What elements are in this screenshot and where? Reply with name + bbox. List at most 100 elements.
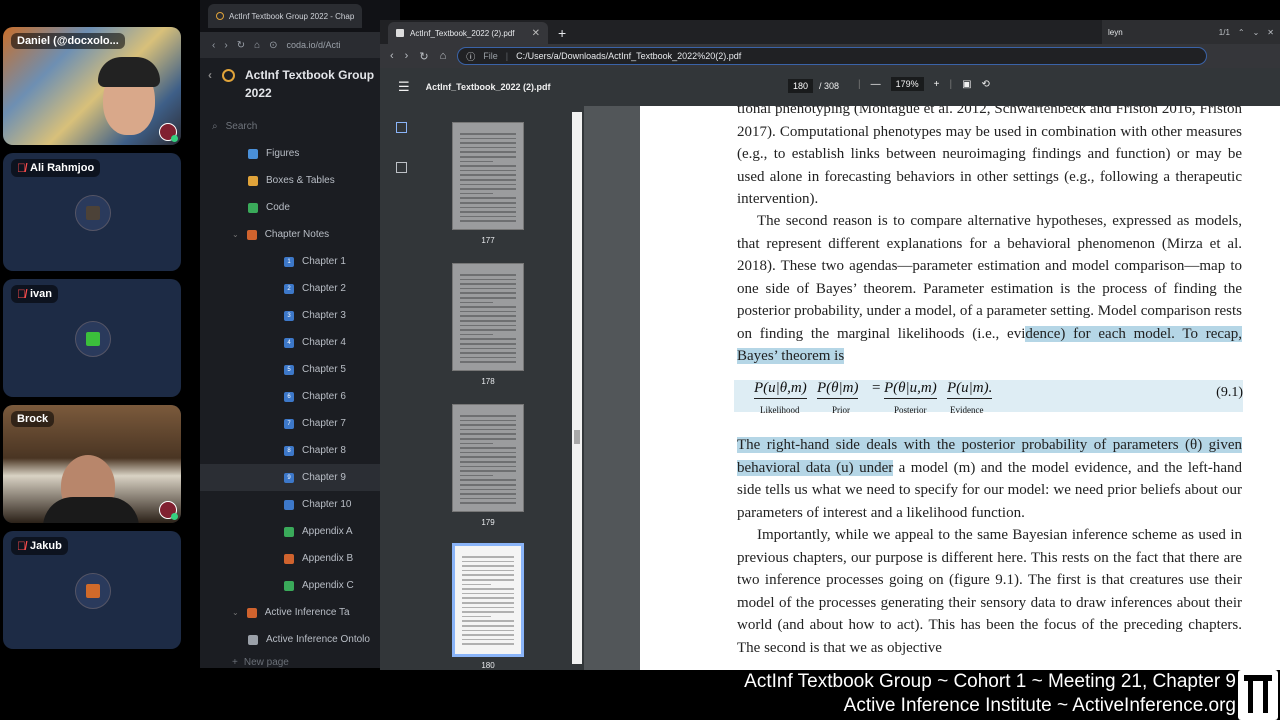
sidebar-item[interactable]: ⌄ Chapter Notes <box>200 221 400 248</box>
find-bar[interactable]: leyn 1/1 ⌃ ⌄ ✕ <box>1102 20 1280 44</box>
chevron-down-icon[interactable]: ⌄ <box>232 608 239 617</box>
chapter-icon: 1 <box>284 256 294 267</box>
collapse-sidebar-icon[interactable]: ‹ <box>208 66 212 108</box>
page-thumbnail[interactable] <box>452 263 524 371</box>
sidebar-item[interactable]: 8 Chapter 8 <box>200 437 400 464</box>
sidebar-item-label: Active Inference Ontolo <box>266 634 370 645</box>
appendix-icon <box>284 526 294 537</box>
zoom-out-icon[interactable]: — <box>871 79 881 90</box>
zoom-in-icon[interactable]: + <box>934 79 940 90</box>
sidebar-item[interactable]: 4 Chapter 4 <box>200 329 400 356</box>
pdf-window: ActInf_Textbook_2022 (2).pdf ✕ + ‹ › ↻ ⌂… <box>380 20 1280 670</box>
sidebar-item[interactable]: Appendix A <box>200 518 400 545</box>
forward-icon[interactable]: › <box>224 40 227 51</box>
forward-icon[interactable]: › <box>405 50 409 62</box>
site-info-icon[interactable]: ⊙ <box>269 40 277 51</box>
find-close-icon[interactable]: ✕ <box>1267 28 1274 37</box>
pdf-tab[interactable]: ActInf_Textbook_2022 (2).pdf ✕ <box>388 22 548 44</box>
code-icon <box>248 202 258 213</box>
participant-tile-jakub[interactable]: 🎙̸ Jakub <box>3 531 181 649</box>
sidebar-item[interactable]: 5 Chapter 5 <box>200 356 400 383</box>
speaking-indicator <box>171 513 178 520</box>
reload-icon[interactable]: ↻ <box>419 50 428 63</box>
doc-search[interactable]: ⌕ Search <box>212 116 390 136</box>
new-page-button[interactable]: + New page <box>200 653 400 671</box>
find-count: 1/1 <box>1218 27 1230 37</box>
equation-term: P(θ|m) <box>817 380 859 399</box>
reload-icon[interactable]: ↻ <box>237 40 245 51</box>
sidebar-item[interactable]: 7 Chapter 7 <box>200 410 400 437</box>
pdf-viewer[interactable]: tional phenotyping (Montague et al. 2012… <box>584 106 1280 670</box>
participant-tile-ali[interactable]: 🎙̸ Ali Rahmjoo <box>3 153 181 271</box>
sidebar-item-label: Chapter 1 <box>302 256 346 267</box>
thumbnails-icon[interactable] <box>396 122 407 133</box>
thumbnail-page-number: 178 <box>481 377 495 386</box>
home-icon[interactable]: ⌂ <box>440 50 447 62</box>
home-icon[interactable]: ⌂ <box>254 40 260 51</box>
caption-line-1: ActInf Textbook Group ~ Cohort 1 ~ Meeti… <box>744 671 1236 692</box>
pdf-page: tional phenotyping (Montague et al. 2012… <box>640 106 1280 670</box>
find-next-icon[interactable]: ⌄ <box>1253 28 1260 37</box>
find-prev-icon[interactable]: ⌃ <box>1238 28 1245 37</box>
doc-title[interactable]: ‹ ActInf Textbook Group 2022 <box>200 58 400 108</box>
sidebar-item-label: Chapter 7 <box>302 418 346 429</box>
chapter-icon: 2 <box>284 283 294 294</box>
mic-muted-icon: 🎙̸ <box>17 539 26 553</box>
pdf-file-name: ActInf_Textbook_2022 (2).pdf <box>425 82 551 92</box>
new-tab-icon[interactable]: + <box>554 22 570 44</box>
sidebar-item-label: Boxes & Tables <box>266 175 335 186</box>
sidebar-item-label: Figures <box>266 148 300 159</box>
sidebar-item[interactable]: 9 Chapter 9 <box>200 464 400 491</box>
back-icon[interactable]: ‹ <box>212 40 215 51</box>
sidebar-item[interactable]: Appendix B <box>200 545 400 572</box>
participant-tile-ivan[interactable]: 🎙̸ ivan <box>3 279 181 397</box>
participant-name: Brock <box>11 411 55 427</box>
find-input[interactable]: leyn <box>1108 28 1211 37</box>
page-total: / 308 <box>819 81 840 91</box>
menu-icon[interactable]: ☰ <box>398 79 410 95</box>
sidebar-item[interactable]: ⌄ Active Inference Ta <box>200 599 400 626</box>
url-input[interactable]: ⓘ File | C:/Users/a/Downloads/ActInf_Tex… <box>457 47 1208 65</box>
pdf-sidebar-tabs <box>380 106 422 670</box>
sidebar-item[interactable]: 6 Chapter 6 <box>200 383 400 410</box>
sidebar-item[interactable]: Boxes & Tables <box>200 167 400 194</box>
outline-icon[interactable] <box>396 162 407 173</box>
thumbnail-scrollbar[interactable] <box>572 112 582 664</box>
sidebar-item[interactable]: Active Inference Ontolo <box>200 626 400 653</box>
page-number-input[interactable]: 180 <box>788 79 814 93</box>
institute-logo-icon <box>1238 670 1278 720</box>
folder-icon <box>246 607 257 618</box>
sidebar-item[interactable]: Code <box>200 194 400 221</box>
screen: Daniel (@docxolo... 🎙̸ Ali Rahmjoo 🎙̸ ivan… <box>0 0 1280 720</box>
rotate-icon[interactable]: ⟲ <box>982 79 990 90</box>
close-tab-icon[interactable]: ✕ <box>532 28 540 39</box>
sidebar-item[interactable]: Figures <box>200 140 400 167</box>
info-icon: ⓘ <box>466 51 476 62</box>
paragraph-3: The right-hand side deals with the poste… <box>737 437 1242 521</box>
page-thumbnail[interactable] <box>452 404 524 512</box>
zoom-level[interactable]: 179% <box>890 77 924 91</box>
sidebar-item[interactable]: Chapter 10 <box>200 491 400 518</box>
paragraph-2: The second reason is to compare alternat… <box>737 213 1242 364</box>
chapter-icon: 3 <box>284 310 294 321</box>
sidebar-item[interactable]: 3 Chapter 3 <box>200 302 400 329</box>
fit-page-icon[interactable]: ▣ <box>962 79 971 90</box>
sidebar-item-label: Active Inference Ta <box>264 607 350 618</box>
sidebar-item[interactable]: 2 Chapter 2 <box>200 275 400 302</box>
coda-url[interactable]: coda.io/d/Acti <box>287 40 341 50</box>
sidebar-item[interactable]: Appendix C <box>200 572 400 599</box>
equation-equals: = <box>872 380 881 396</box>
coda-tab[interactable]: ActInf Textbook Group 2022 - Chap <box>208 4 363 28</box>
doc-nav: Figures Boxes & Tables Code ⌄ Chapter Notes 1… <box>200 140 400 653</box>
coda-tab-bar: ActInf Textbook Group 2022 - Chap <box>200 0 400 32</box>
chevron-down-icon[interactable]: ⌄ <box>232 230 239 239</box>
sidebar-item[interactable]: 1 Chapter 1 <box>200 248 400 275</box>
chapter-icon: 7 <box>284 418 294 429</box>
page-thumbnail[interactable] <box>452 543 524 657</box>
back-icon[interactable]: ‹ <box>390 50 394 62</box>
participant-tile-brock[interactable]: Brock <box>3 405 181 523</box>
equation-label: Likelihood <box>760 405 800 415</box>
sidebar-item-label: Chapter 8 <box>302 445 346 456</box>
page-thumbnail[interactable] <box>452 122 524 230</box>
participant-tile-daniel[interactable]: Daniel (@docxolo... <box>3 27 181 145</box>
